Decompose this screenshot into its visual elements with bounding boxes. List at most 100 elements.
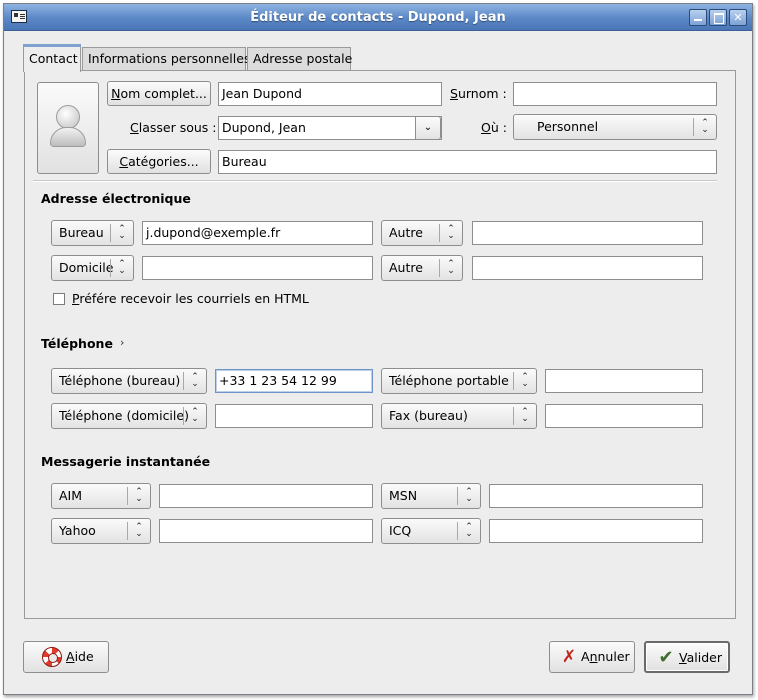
categories-button[interactable]: Catégories... xyxy=(107,149,211,174)
updown-arrows-icon: ⌃ ⌄ xyxy=(465,487,473,504)
im-type-2-value: MSN xyxy=(389,488,418,503)
html-mail-label-text: référe recevoir les courriels en HTML xyxy=(79,291,309,306)
close-button[interactable]: ✕ xyxy=(729,9,747,26)
im-field-1[interactable] xyxy=(159,484,373,508)
contact-editor-window: Éditeur de contacts - Dupond, Jean ✕ Con… xyxy=(3,3,753,695)
phone-type-1-value: Téléphone (bureau) xyxy=(59,373,181,388)
phone-type-2-value: Téléphone portable xyxy=(389,373,509,388)
where-mnemonic: O xyxy=(481,120,491,135)
updown-arrows-icon: ⌃ ⌄ xyxy=(465,522,473,539)
file-under-value[interactable]: Dupond, Jean xyxy=(222,117,306,139)
nickname-label-text: urnom : xyxy=(457,86,507,101)
checkmark-icon: ✔ xyxy=(658,647,674,668)
nickname-label: Surnom : xyxy=(450,86,507,101)
help-button[interactable]: Aide xyxy=(23,641,109,673)
phone-type-select-1[interactable]: Téléphone (bureau) ⌃ ⌄ xyxy=(51,368,207,394)
email-type-select-3[interactable]: Domicile ⌃ ⌄ xyxy=(51,255,134,281)
email-type-4-value: Autre xyxy=(389,260,423,275)
combo-separator xyxy=(439,259,440,277)
combo-separator xyxy=(457,487,458,505)
combo-separator xyxy=(110,259,111,277)
email-type-1-value: Bureau xyxy=(59,225,104,240)
tab-personal-info[interactable]: Informations personnelles xyxy=(82,47,250,71)
cancel-button[interactable]: ✗ Annuler xyxy=(549,641,635,673)
im-field-3[interactable] xyxy=(159,519,373,543)
full-name-button[interactable]: Nom complet... xyxy=(107,81,211,106)
categories-field[interactable]: Bureau xyxy=(218,150,717,174)
im-section-title: Messagerie instantanée xyxy=(41,454,211,469)
updown-arrows-icon: ⌃ ⌄ xyxy=(118,224,126,241)
updown-arrows-icon: ⌃ ⌄ xyxy=(118,259,126,276)
im-type-select-4[interactable]: ICQ ⌃ ⌄ xyxy=(381,518,481,544)
email-field-2[interactable] xyxy=(472,221,703,245)
phone-field-1[interactable]: +33 1 23 54 12 99 xyxy=(215,369,373,393)
combo-separator xyxy=(183,372,184,390)
tab-contact[interactable]: Contact xyxy=(23,44,81,72)
ok-label-text: alider xyxy=(686,650,722,665)
red-x-icon: ✗ xyxy=(561,647,577,667)
combo-separator xyxy=(513,372,514,390)
where-label: Où : xyxy=(481,120,507,135)
tab-personal-info-label: Informations personnelles xyxy=(88,51,251,66)
updown-arrows-icon: ⌃ ⌄ xyxy=(135,487,143,504)
title-bar[interactable]: Éditeur de contacts - Dupond, Jean ✕ xyxy=(4,4,752,31)
categories-mnemonic: C xyxy=(119,154,129,169)
combo-separator xyxy=(693,118,694,136)
email-type-select-4[interactable]: Autre ⌃ ⌄ xyxy=(381,255,463,281)
cancel-label-prefix: A xyxy=(581,649,590,664)
lifebuoy-icon xyxy=(42,647,62,667)
email-type-select-1[interactable]: Bureau ⌃ ⌄ xyxy=(51,220,134,246)
phone-type-select-3[interactable]: Téléphone (domicile) ⌃ ⌄ xyxy=(51,403,207,429)
file-under-mnemonic: C xyxy=(130,120,139,135)
expander-arrow-icon[interactable]: › xyxy=(120,336,124,349)
email-field-1[interactable]: j.dupond@exemple.fr xyxy=(142,221,373,245)
file-under-combo[interactable]: Dupond, Jean ⌄ xyxy=(218,116,442,140)
im-type-3-value: Yahoo xyxy=(59,523,96,538)
email-type-2-value: Autre xyxy=(389,225,423,240)
updown-arrows-icon: ⌃ ⌄ xyxy=(701,118,709,135)
contact-photo-button[interactable] xyxy=(37,82,99,174)
combo-separator xyxy=(127,522,128,540)
updown-arrows-icon: ⌃ ⌄ xyxy=(521,407,529,424)
nickname-field[interactable] xyxy=(513,82,717,106)
maximize-button[interactable] xyxy=(709,9,727,26)
full-name-field[interactable]: Jean Dupond xyxy=(218,82,442,106)
phone-field-3[interactable] xyxy=(215,404,373,428)
html-mail-label[interactable]: Préfére recevoir les courriels en HTML xyxy=(72,291,309,306)
im-field-4[interactable] xyxy=(489,519,703,543)
phone-type-select-4[interactable]: Fax (bureau) ⌃ ⌄ xyxy=(381,403,537,429)
im-type-select-2[interactable]: MSN ⌃ ⌄ xyxy=(381,483,481,509)
email-section-title: Adresse électronique xyxy=(41,191,191,206)
chevron-down-icon[interactable]: ⌄ xyxy=(415,116,441,140)
cancel-mnemonic: n xyxy=(589,649,598,664)
updown-arrows-icon: ⌃ ⌄ xyxy=(447,259,455,276)
email-type-select-2[interactable]: Autre ⌃ ⌄ xyxy=(381,220,463,246)
ok-button[interactable]: ✔ Valider xyxy=(644,641,730,673)
where-label-text: ù : xyxy=(490,120,507,135)
tab-contact-label: Contact xyxy=(29,51,78,66)
phone-section-title: Téléphone xyxy=(41,336,113,351)
window-title: Éditeur de contacts - Dupond, Jean xyxy=(250,10,506,25)
phone-field-4[interactable] xyxy=(545,404,703,428)
updown-arrows-icon: ⌃ ⌄ xyxy=(191,407,199,424)
help-label-text: ide xyxy=(74,649,94,664)
help-mnemonic: A xyxy=(66,649,75,664)
nickname-mnemonic: S xyxy=(450,86,458,101)
phone-field-2[interactable] xyxy=(545,369,703,393)
combo-separator xyxy=(127,487,128,505)
updown-arrows-icon: ⌃ ⌄ xyxy=(447,224,455,241)
im-type-select-3[interactable]: Yahoo ⌃ ⌄ xyxy=(51,518,151,544)
full-name-button-label: om complet... xyxy=(120,86,207,101)
where-select[interactable]: Personnel ⌃ ⌄ xyxy=(513,114,717,140)
tab-postal-address-label: Adresse postale xyxy=(253,51,353,66)
tab-postal-address[interactable]: Adresse postale xyxy=(247,47,353,71)
phone-type-select-2[interactable]: Téléphone portable ⌃ ⌄ xyxy=(381,368,537,394)
email-field-4[interactable] xyxy=(472,256,703,280)
im-field-2[interactable] xyxy=(489,484,703,508)
ok-mnemonic: V xyxy=(679,650,687,665)
minimize-button[interactable] xyxy=(689,9,707,26)
im-type-select-1[interactable]: AIM ⌃ ⌄ xyxy=(51,483,151,509)
combo-separator xyxy=(439,224,440,242)
email-field-3[interactable] xyxy=(142,256,373,280)
html-mail-checkbox[interactable] xyxy=(53,293,65,305)
